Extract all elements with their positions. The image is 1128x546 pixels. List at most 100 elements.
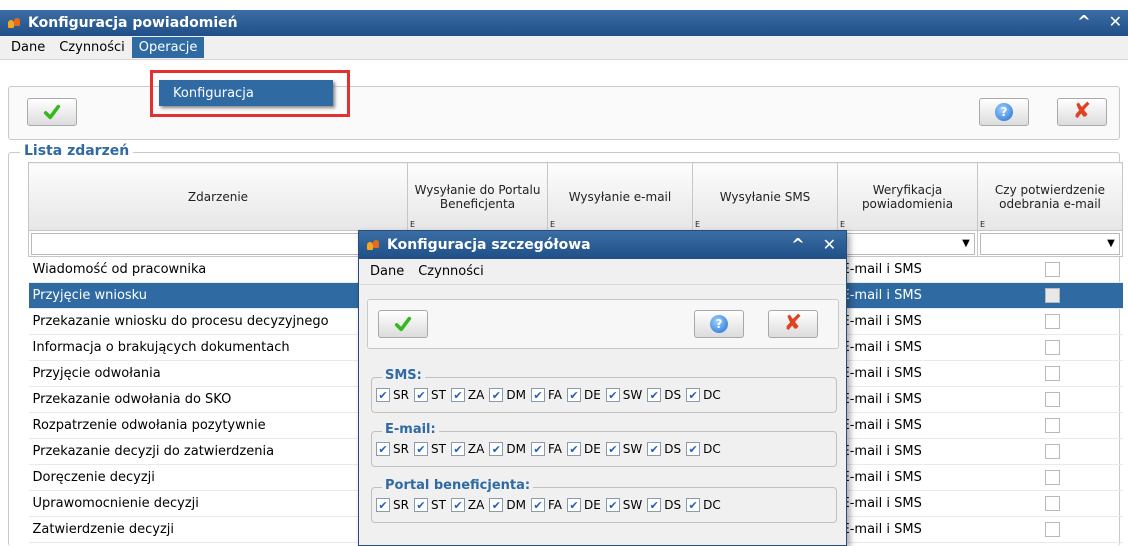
dialog-confirm-button[interactable]: [378, 310, 428, 338]
confirm-checkbox[interactable]: [1044, 444, 1060, 459]
checkmark-icon[interactable]: ✔: [413, 498, 428, 512]
option-checkbox[interactable]: ✔ DS: [647, 388, 681, 402]
checkmark-icon[interactable]: ✔: [530, 388, 545, 402]
menu-operacje[interactable]: Operacje: [131, 37, 205, 58]
col-header-email[interactable]: Wysyłanie e-mail E: [547, 162, 693, 231]
checkmark-icon[interactable]: ✔: [376, 388, 390, 402]
checkmark-icon[interactable]: ✔: [376, 442, 390, 456]
dialog-help-button[interactable]: ?: [694, 310, 744, 338]
checkmark-icon[interactable]: ✔: [647, 388, 662, 402]
cancel-button[interactable]: ✘: [1057, 98, 1107, 126]
col-header-verify[interactable]: Weryfikacja powiadomienia E: [837, 162, 978, 231]
dialog-menu-czynnosci[interactable]: Czynności: [411, 261, 491, 282]
option-checkbox[interactable]: ✔ SR: [376, 442, 409, 456]
option-checkbox[interactable]: ✔ DE: [566, 498, 601, 512]
confirm-checkbox[interactable]: [1044, 314, 1060, 329]
option-checkbox[interactable]: ✔ ST: [413, 498, 446, 512]
checkmark-icon[interactable]: ✔: [376, 498, 390, 512]
option-checkbox[interactable]: ✔ ZA: [450, 388, 484, 402]
confirm-checkbox[interactable]: [1044, 288, 1060, 303]
option-checkbox[interactable]: ✔ DM: [489, 498, 526, 512]
option-checkbox[interactable]: ✔ FA: [530, 498, 562, 512]
option-checkbox[interactable]: ✔ ZA: [450, 498, 484, 512]
checkmark-icon[interactable]: ✔: [566, 388, 581, 402]
option-checkbox[interactable]: ✔ DM: [489, 388, 526, 402]
checkmark-icon[interactable]: ✔: [566, 498, 581, 512]
filter-confirm[interactable]: ▼: [977, 230, 1123, 257]
chevron-down-icon[interactable]: ▼: [958, 234, 974, 254]
checkmark-icon[interactable]: ✔: [489, 388, 504, 402]
confirm-checkbox[interactable]: [1044, 262, 1060, 277]
col-header-event[interactable]: Zdarzenie: [28, 162, 408, 231]
option-checkbox[interactable]: ✔ DC: [686, 388, 721, 402]
option-checkbox[interactable]: ✔ ST: [413, 442, 446, 456]
checkmark-icon[interactable]: ✔: [605, 388, 620, 402]
checkmark-icon[interactable]: ✔: [605, 442, 620, 456]
option-label: FA: [547, 442, 562, 456]
option-checkbox[interactable]: ✔ DC: [686, 498, 721, 512]
confirm-checkbox[interactable]: [1044, 340, 1060, 355]
chevron-down-icon[interactable]: ▼: [1103, 234, 1119, 254]
option-checkbox[interactable]: ✔ SW: [605, 498, 642, 512]
option-checkbox[interactable]: ✔ SW: [605, 388, 642, 402]
option-checkbox[interactable]: ✔ ST: [413, 388, 446, 402]
checkmark-icon[interactable]: ✔: [647, 442, 662, 456]
checkmark-icon[interactable]: ✔: [530, 442, 545, 456]
checkmark-icon[interactable]: ✔: [413, 442, 428, 456]
checkmark-icon[interactable]: ✔: [686, 388, 701, 402]
option-checkbox[interactable]: ✔ FA: [530, 442, 562, 456]
checkmark-icon[interactable]: ✔: [686, 498, 701, 512]
confirm-checkbox[interactable]: [1044, 470, 1060, 485]
option-checkbox[interactable]: ✔ ZA: [450, 442, 484, 456]
close-icon[interactable]: ✕: [1109, 12, 1122, 31]
option-checkbox[interactable]: ✔ DM: [489, 442, 526, 456]
option-checkbox[interactable]: ✔ DS: [647, 442, 681, 456]
option-label: SR: [393, 388, 409, 402]
confirm-checkbox[interactable]: [1044, 522, 1060, 537]
verify-cell: E-mail i SMS: [837, 308, 978, 335]
checkmark-icon[interactable]: ✔: [450, 498, 465, 512]
option-checkbox[interactable]: ✔ DE: [566, 388, 601, 402]
checkmark-icon[interactable]: ✔: [566, 442, 581, 456]
option-checkbox[interactable]: ✔ DS: [647, 498, 681, 512]
confirm-checkbox[interactable]: [1044, 366, 1060, 381]
option-checkbox[interactable]: ✔ SR: [376, 498, 409, 512]
confirm-checkbox[interactable]: [1044, 418, 1060, 433]
checkmark-icon[interactable]: ✔: [489, 442, 504, 456]
filter-verify[interactable]: ▼: [837, 230, 978, 257]
checkmark-icon[interactable]: ✔: [605, 498, 620, 512]
help-button[interactable]: ?: [979, 98, 1029, 126]
checkmark-icon[interactable]: ✔: [413, 388, 428, 402]
option-checkbox[interactable]: ✔ DE: [566, 442, 601, 456]
minimize-icon[interactable]: ^: [1077, 12, 1090, 31]
option-checkbox[interactable]: ✔ FA: [530, 388, 562, 402]
confirm-checkbox[interactable]: [1044, 392, 1060, 407]
col-header-portal[interactable]: Wysyłanie do Portalu Beneficjenta E: [407, 162, 548, 231]
checkmark-icon[interactable]: ✔: [686, 442, 701, 456]
checkmark-icon[interactable]: ✔: [530, 498, 545, 512]
option-checkbox[interactable]: ✔ SW: [605, 442, 642, 456]
option-checkbox[interactable]: ✔ SR: [376, 388, 409, 402]
checkmark-icon[interactable]: ✔: [489, 498, 504, 512]
option-label: DM: [506, 388, 526, 402]
checkmark-icon[interactable]: ✔: [647, 498, 662, 512]
option-group: SMS: ✔ SR ✔ ST ✔ ZA ✔ DM ✔ FA ✔ DE ✔ SW ✔ DS ✔ DC: [371, 368, 837, 413]
menu-dane[interactable]: Dane: [4, 37, 52, 58]
minimize-icon[interactable]: ^: [791, 235, 804, 254]
col-header-confirm[interactable]: Czy potwierdzenie odebrania e-mail E: [977, 162, 1123, 231]
dialog-title: Konfiguracja szczegółowa: [387, 237, 591, 253]
event-cell: Informacja o brakujących dokumentach: [28, 334, 408, 361]
option-checkbox[interactable]: ✔ DC: [686, 442, 721, 456]
confirm-cell: [977, 308, 1123, 335]
checkmark-icon[interactable]: ✔: [450, 442, 465, 456]
menu-czynnosci[interactable]: Czynności: [52, 37, 132, 58]
close-icon[interactable]: ✕: [823, 235, 836, 254]
dialog-cancel-button[interactable]: ✘: [768, 310, 818, 338]
checkmark-icon[interactable]: ✔: [450, 388, 465, 402]
dialog-menu-dane[interactable]: Dane: [363, 261, 411, 282]
col-header-sms[interactable]: Wysyłanie SMS E: [692, 162, 838, 231]
confirm-button[interactable]: [27, 98, 77, 126]
confirm-checkbox[interactable]: [1044, 496, 1060, 511]
filter-event[interactable]: [28, 230, 408, 257]
main-menubar: Dane Czynności Operacje: [0, 36, 1128, 60]
